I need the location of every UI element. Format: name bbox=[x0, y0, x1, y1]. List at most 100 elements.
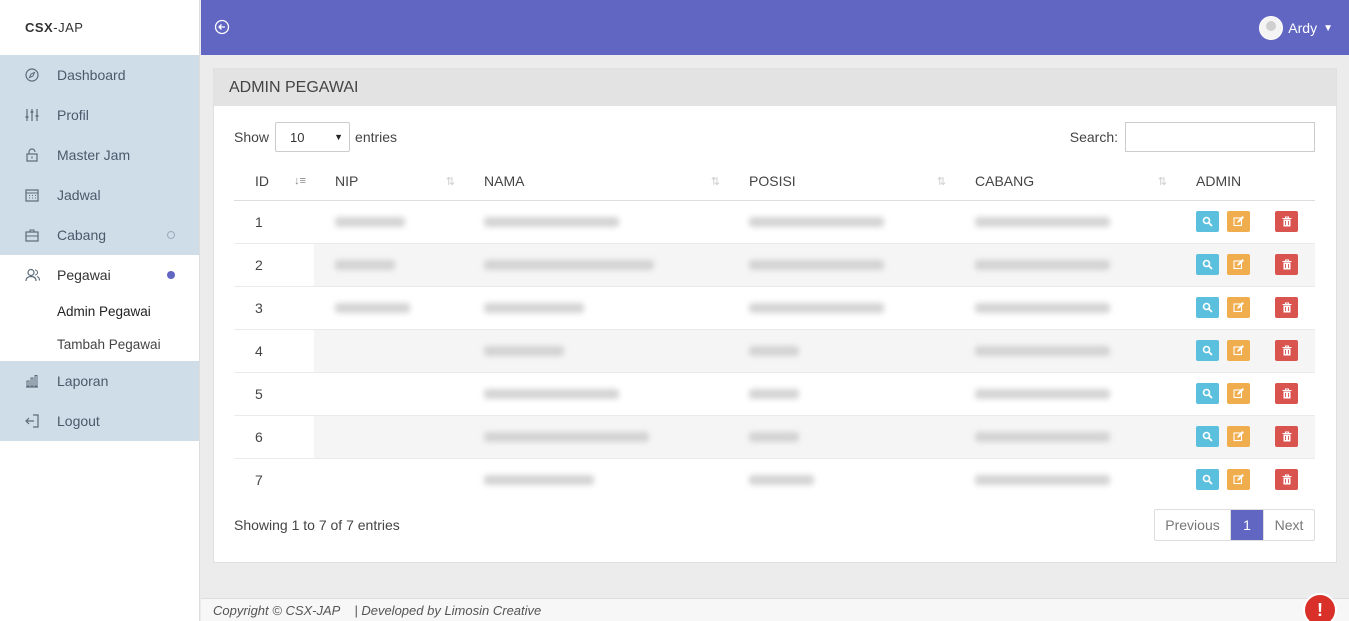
column-header-id[interactable]: ID ↓≡ bbox=[234, 163, 314, 201]
footer: Copyright © CSX-JAP | Developed by Limos… bbox=[201, 598, 1349, 621]
cell-cabang bbox=[954, 414, 1175, 458]
search-input[interactable] bbox=[1125, 122, 1315, 152]
delete-button[interactable] bbox=[1275, 211, 1298, 232]
delete-button[interactable] bbox=[1275, 297, 1298, 318]
search-icon bbox=[1202, 302, 1213, 313]
edit-button[interactable] bbox=[1227, 469, 1250, 491]
sidebar-item-logout[interactable]: Logout bbox=[0, 401, 199, 441]
delete-button[interactable] bbox=[1275, 469, 1298, 491]
cell-nip bbox=[314, 242, 463, 286]
sidebar-item-profil[interactable]: Profil bbox=[0, 95, 199, 135]
entries-select[interactable]: 10 ▼ bbox=[275, 122, 351, 152]
view-button[interactable] bbox=[1196, 426, 1219, 447]
cell-posisi bbox=[728, 285, 954, 329]
edit-button[interactable] bbox=[1227, 340, 1250, 361]
edit-button[interactable] bbox=[1227, 383, 1250, 404]
next-button[interactable]: Next bbox=[1263, 510, 1314, 540]
blurred-text bbox=[484, 345, 564, 356]
cell-id: 1 bbox=[234, 199, 314, 243]
blurred-text bbox=[975, 431, 1110, 442]
view-button[interactable] bbox=[1196, 254, 1219, 275]
sidebar-item-cabang[interactable]: Cabang bbox=[0, 215, 199, 255]
search-icon bbox=[1202, 431, 1213, 442]
column-header-nama[interactable]: NAMA ⇅ bbox=[463, 163, 728, 201]
column-header-cabang[interactable]: CABANG ⇅ bbox=[954, 163, 1175, 201]
blurred-text bbox=[484, 302, 584, 313]
blurred-text bbox=[335, 216, 405, 227]
cell-admin bbox=[1175, 199, 1315, 243]
cell-posisi bbox=[728, 371, 954, 415]
sidebar-item-jadwal[interactable]: Jadwal bbox=[0, 175, 199, 215]
sidebar-item-dashboard[interactable]: Dashboard bbox=[0, 55, 199, 95]
sidebar-item-label: Profil bbox=[57, 107, 89, 123]
sidebar-item-master-jam[interactable]: Master Jam bbox=[0, 135, 199, 175]
cell-nip bbox=[314, 457, 463, 501]
table-row: 2 bbox=[234, 242, 1315, 286]
view-button[interactable] bbox=[1196, 383, 1219, 404]
brand-bold: CSX bbox=[25, 20, 54, 35]
edit-button[interactable] bbox=[1227, 297, 1250, 318]
sidebar-item-pegawai[interactable]: Pegawai bbox=[0, 255, 199, 295]
calendar-icon bbox=[24, 187, 40, 203]
entries-label: entries bbox=[355, 129, 398, 145]
cell-nama bbox=[463, 199, 728, 243]
blurred-text bbox=[749, 388, 799, 399]
view-button[interactable] bbox=[1196, 297, 1219, 318]
sidebar-subitem-admin-pegawai[interactable]: Admin Pegawai bbox=[0, 295, 199, 328]
edit-button[interactable] bbox=[1227, 254, 1250, 275]
alert-badge[interactable]: ! bbox=[1303, 593, 1337, 621]
compass-icon bbox=[24, 67, 40, 83]
user-menu[interactable]: Ardy ▼ bbox=[1259, 16, 1333, 40]
blurred-text bbox=[484, 388, 619, 399]
cell-nama bbox=[463, 285, 728, 329]
back-arrow-icon[interactable] bbox=[214, 19, 230, 35]
sidebar-item-label: Dashboard bbox=[57, 67, 126, 83]
brand-logo[interactable]: CSX -JAP bbox=[0, 0, 199, 55]
delete-button[interactable] bbox=[1275, 254, 1298, 275]
blurred-text bbox=[975, 259, 1110, 270]
sidebar-item-label: Jadwal bbox=[57, 187, 101, 203]
cell-nip bbox=[314, 371, 463, 415]
sidebar-subitem-tambah-pegawai[interactable]: Tambah Pegawai bbox=[0, 328, 199, 361]
view-button[interactable] bbox=[1196, 211, 1219, 232]
cell-cabang bbox=[954, 242, 1175, 286]
trash-icon bbox=[1282, 216, 1291, 227]
delete-button[interactable] bbox=[1275, 340, 1298, 361]
edit-icon bbox=[1233, 302, 1244, 313]
page-1-button[interactable]: 1 bbox=[1231, 510, 1263, 540]
row-actions bbox=[1196, 254, 1315, 275]
view-button[interactable] bbox=[1196, 340, 1219, 361]
previous-button[interactable]: Previous bbox=[1155, 510, 1231, 540]
table-row: 4 bbox=[234, 328, 1315, 372]
cell-cabang bbox=[954, 199, 1175, 243]
cell-nama bbox=[463, 371, 728, 415]
sliders-icon bbox=[24, 107, 40, 123]
cell-cabang bbox=[954, 285, 1175, 329]
cell-admin bbox=[1175, 285, 1315, 329]
delete-button[interactable] bbox=[1275, 383, 1298, 404]
edit-button[interactable] bbox=[1227, 426, 1250, 447]
blurred-text bbox=[749, 474, 814, 485]
username: Ardy bbox=[1288, 20, 1318, 36]
blurred-text bbox=[975, 474, 1110, 485]
view-button[interactable] bbox=[1196, 469, 1219, 491]
briefcase-icon bbox=[24, 227, 40, 243]
edit-button[interactable] bbox=[1227, 211, 1250, 232]
search-icon bbox=[1202, 388, 1213, 399]
edit-icon bbox=[1233, 431, 1244, 442]
column-header-nip[interactable]: NIP ⇅ bbox=[314, 163, 463, 201]
row-actions bbox=[1196, 469, 1315, 491]
cell-nama bbox=[463, 328, 728, 372]
sidebar-item-laporan[interactable]: Laporan bbox=[0, 361, 199, 401]
users-icon bbox=[24, 267, 40, 283]
cell-cabang bbox=[954, 371, 1175, 415]
sort-icon: ⇅ bbox=[445, 176, 455, 188]
cell-nip bbox=[314, 199, 463, 243]
column-header-posisi[interactable]: POSISI ⇅ bbox=[728, 163, 954, 201]
lock-icon bbox=[24, 147, 40, 163]
blurred-text bbox=[484, 431, 649, 442]
sort-icon: ⇅ bbox=[1157, 176, 1167, 188]
cell-id: 5 bbox=[234, 371, 314, 415]
delete-button[interactable] bbox=[1275, 426, 1298, 447]
cell-nama bbox=[463, 457, 728, 501]
